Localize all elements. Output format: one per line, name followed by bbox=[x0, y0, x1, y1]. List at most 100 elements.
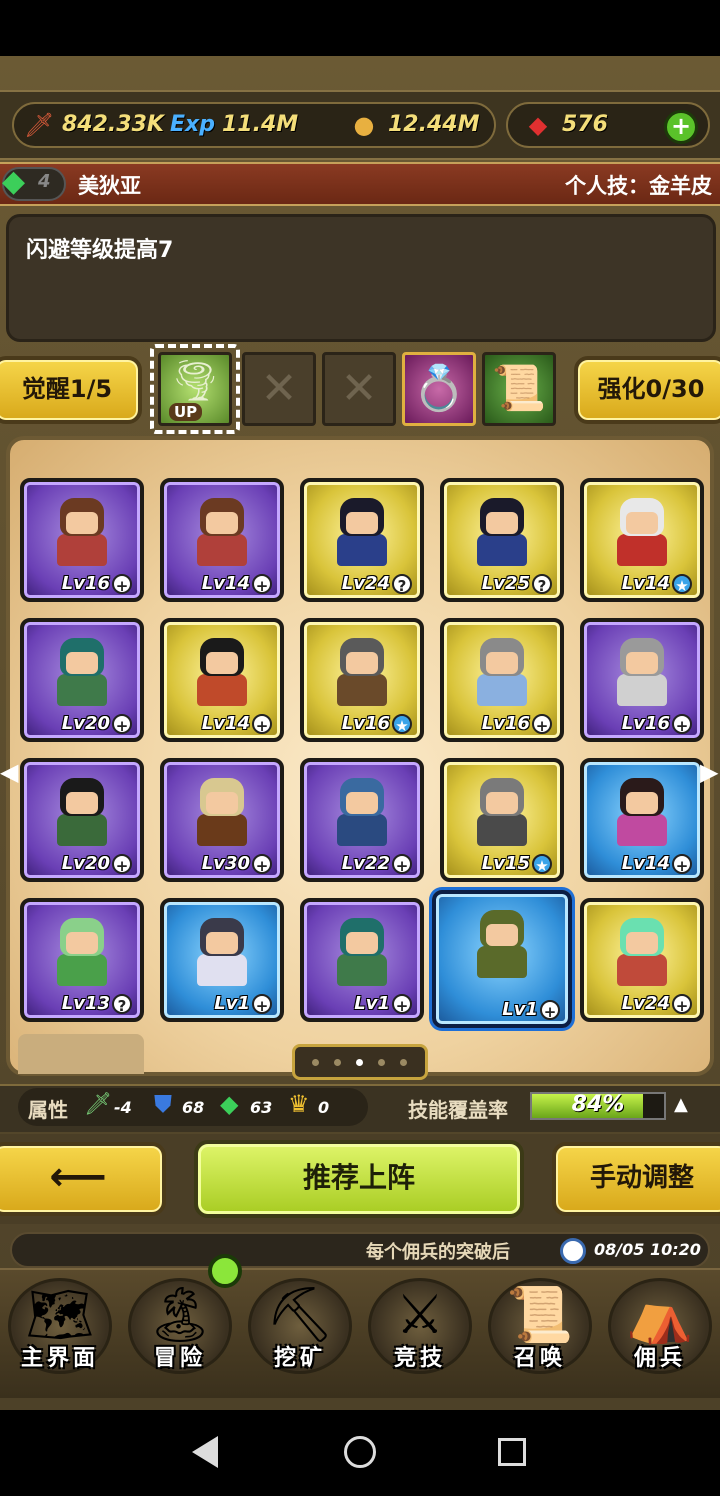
page-dot[interactable] bbox=[400, 1059, 407, 1066]
hero-portrait bbox=[191, 638, 253, 708]
shield-icon: ⛊ bbox=[154, 1090, 172, 1118]
upgrade-plus-icon: + bbox=[672, 854, 692, 875]
hero-portrait bbox=[331, 778, 393, 848]
hero-portrait bbox=[611, 778, 673, 848]
crown-stat: 0 bbox=[318, 1098, 330, 1117]
hero-level-text: Lv13 bbox=[61, 993, 110, 1014]
back-button[interactable]: ⟵ bbox=[0, 1142, 166, 1216]
page-dot[interactable] bbox=[334, 1059, 341, 1066]
hero-level-text: Lv16 bbox=[61, 573, 110, 594]
star-badge-icon: ★ bbox=[532, 854, 552, 875]
hero-card[interactable]: Lv16 + bbox=[20, 478, 144, 602]
awaken-button-label: 觉醒1/5 bbox=[21, 375, 113, 403]
hero-card[interactable]: Lv16 + bbox=[580, 618, 704, 742]
hero-level-text: Lv14 bbox=[621, 853, 670, 874]
hero-card[interactable]: Lv16 ★ bbox=[300, 618, 424, 742]
ticker-text: 每个佣兵的突破后 bbox=[366, 1242, 510, 1263]
awaken-slot-4[interactable]: 💍 bbox=[402, 352, 476, 426]
unknown-badge-icon: ? bbox=[112, 994, 132, 1015]
hero-level-label: Lv15 ★ bbox=[482, 853, 552, 875]
hero-level-label: Lv16 + bbox=[621, 713, 692, 735]
menu-item-5[interactable]: ⛺ 佣兵 bbox=[602, 1272, 718, 1380]
upgrade-plus-icon: + bbox=[392, 994, 412, 1015]
hero-level-label: Lv14 + bbox=[202, 573, 272, 595]
hero-card[interactable]: Lv22 + bbox=[300, 758, 424, 882]
hero-name: 美狄亚 bbox=[78, 174, 141, 198]
awaken-slot-5[interactable]: 📜 bbox=[482, 352, 556, 426]
page-dot-active[interactable] bbox=[356, 1059, 363, 1066]
upgrade-plus-icon: + bbox=[112, 574, 132, 595]
status-bar bbox=[0, 0, 720, 56]
hero-level-text: Lv1 bbox=[502, 999, 538, 1020]
awaken-button[interactable]: 觉醒1/5 bbox=[0, 356, 142, 424]
hero-level-label: Lv16 + bbox=[482, 713, 552, 735]
hero-card[interactable]: Lv1 + bbox=[432, 890, 572, 1028]
hero-card[interactable]: Lv14 + bbox=[580, 758, 704, 882]
hero-card[interactable]: Lv1 + bbox=[160, 898, 284, 1022]
page-dot[interactable] bbox=[312, 1059, 319, 1066]
upgrade-plus-icon: + bbox=[252, 574, 272, 595]
home-nav-icon[interactable] bbox=[344, 1436, 376, 1468]
hero-card[interactable]: Lv25? bbox=[440, 478, 564, 602]
menu-label: 挖矿 bbox=[273, 1346, 326, 1371]
hero-card[interactable]: Lv20 + bbox=[20, 618, 144, 742]
awaken-slot-1[interactable]: 🌪 UP bbox=[158, 352, 232, 426]
notification-dot bbox=[208, 1254, 242, 1288]
hero-card[interactable]: Lv13? bbox=[20, 898, 144, 1022]
hero-card[interactable]: Lv14 + bbox=[160, 618, 284, 742]
hero-level-label: Lv24? bbox=[342, 573, 412, 595]
add-gems-button[interactable]: + bbox=[664, 110, 698, 144]
locked-x-icon: ✕ bbox=[260, 363, 298, 414]
hero-level-text: Lv14 bbox=[621, 573, 670, 594]
hero-portrait bbox=[331, 918, 393, 988]
hero-card[interactable]: Lv15 ★ bbox=[440, 758, 564, 882]
left-arrow-icon[interactable]: ◀ bbox=[0, 758, 18, 786]
recents-nav-icon[interactable] bbox=[498, 1438, 526, 1466]
ring-icon: 💍 bbox=[411, 363, 467, 414]
hero-card[interactable]: Lv1 + bbox=[300, 898, 424, 1022]
hero-description: 闪避等级提高7 bbox=[26, 238, 174, 263]
upgrade-plus-icon: + bbox=[112, 854, 132, 875]
attack-value: 842.33K bbox=[62, 112, 164, 137]
awaken-slot-3[interactable]: ✕ bbox=[322, 352, 396, 426]
hero-card[interactable]: Lv14 + bbox=[160, 478, 284, 602]
attack-stat: -4 bbox=[114, 1098, 132, 1117]
hero-card[interactable]: Lv24 + bbox=[580, 898, 704, 1022]
menu-item-2[interactable]: ⛏ 挖矿 bbox=[242, 1272, 358, 1380]
gem-value: 576 bbox=[562, 112, 608, 137]
expand-up-icon[interactable]: ▲ bbox=[674, 1094, 688, 1115]
dagger-icon: 🗡 bbox=[84, 1092, 112, 1117]
right-arrow-icon[interactable]: ▶ bbox=[700, 758, 718, 786]
hero-level-label: Lv20 + bbox=[62, 853, 132, 875]
hero-level-label: Lv22 + bbox=[342, 853, 412, 875]
hero-card[interactable]: Lv14 ★ bbox=[580, 478, 704, 602]
menu-item-4[interactable]: 📜 召唤 bbox=[482, 1272, 598, 1380]
page-dot[interactable] bbox=[378, 1059, 385, 1066]
recommend-deploy-button[interactable]: 推荐上阵 bbox=[194, 1140, 524, 1218]
scroll-icon: 📜 bbox=[491, 363, 547, 414]
sword-icon: 🗡 bbox=[24, 111, 55, 139]
hero-level-text: Lv14 bbox=[201, 713, 250, 734]
hero-level-label: Lv16 ★ bbox=[342, 713, 412, 735]
menu-item-3[interactable]: ⚔ 竞技 bbox=[362, 1272, 478, 1380]
hero-level-label: Lv13? bbox=[61, 993, 132, 1015]
hero-level-text: Lv30 bbox=[201, 853, 250, 874]
crown-icon: ♛ bbox=[288, 1090, 310, 1118]
star-badge-icon: ★ bbox=[672, 574, 692, 595]
upgrade-plus-icon: + bbox=[532, 714, 552, 735]
menu-item-1[interactable]: 🏝 冒险 bbox=[122, 1272, 238, 1380]
hero-level-text: Lv16 bbox=[621, 713, 670, 734]
manual-adjust-button[interactable]: 手动调整 bbox=[552, 1142, 720, 1216]
awaken-slot-2[interactable]: ✕ bbox=[242, 352, 316, 426]
back-nav-icon[interactable] bbox=[192, 1436, 218, 1468]
hero-level-label: Lv14 + bbox=[201, 713, 272, 735]
hero-card[interactable]: Lv30 + bbox=[160, 758, 284, 882]
menu-item-0[interactable]: 🗺 主界面 bbox=[2, 1272, 118, 1380]
hero-card[interactable]: Lv24? bbox=[300, 478, 424, 602]
upgrade-plus-icon: + bbox=[392, 854, 412, 875]
gold-coin-icon: ● bbox=[353, 111, 375, 139]
hero-card[interactable]: Lv20 + bbox=[20, 758, 144, 882]
hero-portrait bbox=[51, 918, 113, 988]
hero-card[interactable]: Lv16 + bbox=[440, 618, 564, 742]
enhance-button[interactable]: 强化0/30 bbox=[574, 356, 720, 424]
